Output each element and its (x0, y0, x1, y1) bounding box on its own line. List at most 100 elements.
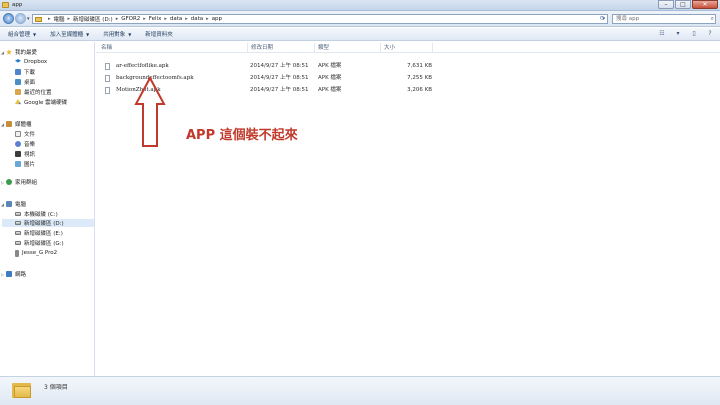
table-row[interactable]: MotionZhot.apk 2014/9/27 上午 08:51 APK 檔案… (96, 85, 720, 96)
nav-drive-e[interactable]: 新增磁碟區 (E:) (15, 229, 63, 237)
nav-drive-d[interactable]: 新增磁碟區 (D:) (2, 219, 94, 227)
breadcrumb-separator[interactable]: ▸ (164, 16, 167, 22)
library-icon (6, 121, 12, 127)
nav-desktop[interactable]: 桌面 (15, 78, 35, 86)
collapse-icon[interactable]: ◢ (1, 50, 4, 55)
file-list: 名稱 修改日期 類型 大小 ar-effectfoflike.apk 2014/… (96, 42, 720, 376)
new-folder-button[interactable]: 新增資料夾 (145, 30, 173, 38)
nav-favorites[interactable]: 我的最愛 (6, 48, 37, 56)
nav-videos[interactable]: 視訊 (15, 150, 35, 158)
file-date: 2014/9/27 上午 08:51 (250, 87, 309, 93)
breadcrumb-felix[interactable]: Felix (149, 16, 162, 22)
file-name: ar-effectfoflike.apk (116, 63, 169, 69)
column-header-date[interactable]: 修改日期 (248, 43, 315, 53)
nav-label: 視訊 (24, 152, 36, 158)
nav-computer[interactable]: 電腦 (6, 200, 26, 208)
collapse-icon[interactable]: ◢ (1, 202, 4, 207)
close-button[interactable]: ✕ (692, 0, 718, 9)
breadcrumb-gfor2[interactable]: GFOR2 (121, 16, 140, 22)
nav-label: 新增磁碟區 (E:) (24, 231, 63, 237)
drive-icon (15, 231, 21, 235)
nav-recent[interactable]: 最近的位置 (15, 88, 52, 96)
phone-icon (15, 249, 19, 257)
breadcrumb-separator[interactable]: ▸ (143, 16, 146, 22)
breadcrumb-computer[interactable]: 電腦 (54, 15, 65, 23)
collapse-icon[interactable]: ◢ (1, 122, 4, 127)
nav-libraries[interactable]: 媒體櫃 (6, 120, 32, 128)
status-bar: 3 個項目 (0, 376, 720, 405)
preview-pane-icon[interactable]: ▯ (690, 30, 698, 38)
dropbox-icon (15, 59, 21, 63)
folder-icon (35, 16, 42, 22)
item-count: 3 個項目 (44, 384, 68, 391)
search-icon[interactable]: ⌕ (711, 15, 714, 23)
breadcrumb-drive-d[interactable]: 新增磁碟區 (D:) (73, 15, 113, 23)
chevron-down-icon: ▼ (86, 32, 90, 37)
breadcrumb-separator[interactable]: ▸ (116, 16, 119, 22)
nav-label: 音樂 (24, 142, 36, 148)
organize-menu[interactable]: 組合管理 ▼ (8, 30, 36, 38)
navigation-pane: ◢ 我的最愛 Dropbox 下載 桌面 最近的位置 Google 雲端硬碟 ◢… (0, 42, 95, 376)
nav-documents[interactable]: 文件 (15, 130, 35, 138)
chevron-down-icon: ▼ (33, 32, 37, 37)
nav-phone[interactable]: Jesse_G Pro2 (15, 249, 57, 257)
nav-label: 新增磁碟區 (G:) (24, 241, 64, 247)
search-input[interactable] (612, 14, 716, 24)
table-row[interactable]: ar-effectfoflike.apk 2014/9/27 上午 08:51 … (96, 61, 720, 72)
nav-label: 桌面 (24, 80, 36, 86)
breadcrumb-separator[interactable]: ▸ (206, 16, 209, 22)
column-header-size[interactable]: 大小 (381, 43, 433, 53)
nav-music[interactable]: 音樂 (15, 140, 35, 148)
nav-drive-c[interactable]: 本機磁碟 (C:) (15, 210, 58, 218)
view-dropdown-icon[interactable]: ▾ (674, 30, 682, 38)
breadcrumb-separator[interactable]: ▸ (68, 16, 71, 22)
back-button[interactable]: ‹ (3, 13, 14, 24)
file-icon (105, 87, 110, 94)
nav-label: 最近的位置 (24, 90, 52, 96)
breadcrumb-data-2[interactable]: data (191, 16, 203, 22)
minimize-button[interactable]: – (658, 0, 674, 9)
music-icon (15, 141, 21, 147)
file-date: 2014/9/27 上午 08:51 (250, 75, 309, 81)
nav-downloads[interactable]: 下載 (15, 68, 35, 76)
nav-label: Google 雲端硬碟 (24, 100, 68, 106)
drive-icon (15, 241, 21, 245)
breadcrumb-separator[interactable]: ▸ (48, 16, 51, 22)
file-type: APK 檔案 (318, 87, 342, 93)
expand-icon[interactable]: ▷ (1, 272, 4, 277)
table-row[interactable]: backgroundeffectoomfs.apk 2014/9/27 上午 0… (96, 73, 720, 84)
google-drive-icon (15, 99, 21, 105)
column-header-name[interactable]: 名稱 (98, 43, 248, 53)
breadcrumb-data[interactable]: data (170, 16, 182, 22)
file-name: MotionZhot.apk (116, 87, 161, 93)
expand-icon[interactable]: ▷ (1, 180, 4, 185)
breadcrumb-app[interactable]: app (212, 16, 222, 22)
view-options-icon[interactable]: ☷ (658, 30, 666, 38)
file-size: 7,631 KB (407, 63, 432, 69)
file-type: APK 檔案 (318, 63, 342, 69)
chevron-down-icon: ▼ (128, 32, 132, 37)
add-to-library-menu[interactable]: 加入至媒體櫃 ▼ (50, 30, 89, 38)
network-icon (6, 271, 12, 277)
share-with-menu[interactable]: 共用對象 ▼ (103, 30, 131, 38)
nav-pictures[interactable]: 圖片 (15, 160, 35, 168)
picture-icon (15, 161, 21, 167)
recent-places-icon (15, 89, 21, 95)
maximize-button[interactable]: □ (675, 0, 691, 9)
breadcrumb-separator[interactable]: ▸ (185, 16, 188, 22)
nav-drive-g[interactable]: 新增磁碟區 (G:) (15, 239, 64, 247)
help-icon[interactable]: ? (706, 30, 714, 38)
nav-dropbox[interactable]: Dropbox (15, 58, 47, 66)
nav-label: Jesse_G Pro2 (22, 250, 58, 256)
forward-button[interactable]: › (15, 13, 26, 24)
refresh-icon[interactable]: ⟳ (597, 14, 608, 24)
address-bar[interactable]: ▸ 電腦 ▸ 新增磁碟區 (D:) ▸ GFOR2 ▸ Felix ▸ data… (32, 14, 608, 24)
desktop-icon (15, 79, 21, 85)
column-header-type[interactable]: 類型 (315, 43, 381, 53)
folder-icon (2, 2, 9, 8)
recent-pages-dropdown[interactable]: ▾ (27, 16, 30, 22)
nav-google-drive[interactable]: Google 雲端硬碟 (15, 98, 67, 106)
nav-network[interactable]: 網路 (6, 270, 26, 278)
nav-homegroup[interactable]: 家用群組 (6, 178, 37, 186)
file-name: backgroundeffectoomfs.apk (116, 75, 194, 81)
